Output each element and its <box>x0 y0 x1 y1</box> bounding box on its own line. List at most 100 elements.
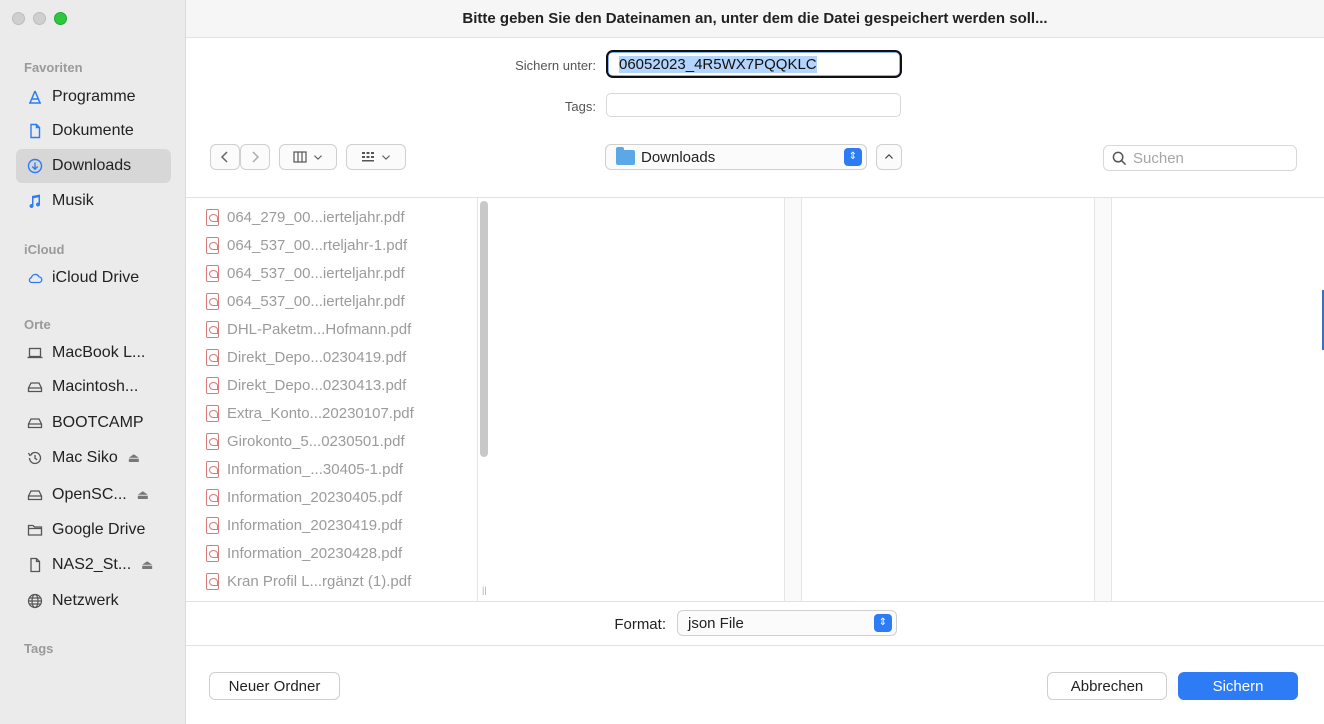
sidebar-item-programme[interactable]: Programme <box>16 80 171 114</box>
list-item[interactable]: Information_20230405.pdf <box>206 483 476 511</box>
new-folder-button[interactable]: Neuer Ordner <box>209 672 340 700</box>
sidebar-item-label: Downloads <box>52 157 132 174</box>
sidebar-item-musik[interactable]: Musik <box>16 184 171 218</box>
document-icon <box>26 556 44 574</box>
format-select[interactable]: json File ⇕ <box>677 610 897 636</box>
list-item[interactable]: Information_20230428.pdf <box>206 539 476 567</box>
sidebar-item-icloud-drive[interactable]: iCloud Drive <box>16 261 171 295</box>
sidebar-item-opensc[interactable]: OpenSC... ⏏ <box>16 478 171 512</box>
document-icon <box>26 122 44 140</box>
list-item[interactable]: 064_537_00...rteljahr-1.pdf <box>206 231 476 259</box>
sidebar-item-nas2[interactable]: NAS2_St... ⏏ <box>16 548 171 582</box>
sidebar-item-label: Google Drive <box>52 521 146 538</box>
apps-icon <box>26 88 44 106</box>
list-item[interactable]: 064_279_00...ierteljahr.pdf <box>206 203 476 231</box>
sidebar-item-macbook[interactable]: MacBook L... <box>16 336 171 370</box>
tags-label: Tags: <box>564 99 596 114</box>
forward-button[interactable] <box>240 144 270 170</box>
sidebar-item-macintosh[interactable]: Macintosh... <box>16 370 171 404</box>
eject-icon[interactable]: ⏏ <box>141 557 153 573</box>
sidebar-item-label: Mac Siko <box>52 449 118 466</box>
pdf-icon <box>206 572 219 590</box>
select-stepper-icon: ⇕ <box>874 614 892 632</box>
sidebar-section-favorites: Favoriten <box>24 60 83 75</box>
format-value: json File <box>688 614 744 632</box>
drive-icon <box>26 414 44 432</box>
download-icon <box>26 157 44 175</box>
expand-collapse-button[interactable] <box>876 144 902 170</box>
sidebar-item-label: NAS2_St... <box>52 556 132 573</box>
sidebar-item-google-drive[interactable]: Google Drive <box>16 513 171 547</box>
save-button[interactable]: Sichern <box>1178 672 1298 700</box>
location-label: Downloads <box>641 148 716 166</box>
sidebar-item-downloads[interactable]: Downloads <box>16 149 171 183</box>
zoom-button[interactable] <box>54 12 67 25</box>
downloads-folder-icon <box>616 146 635 165</box>
pdf-icon <box>206 348 219 366</box>
sidebar: Favoriten Programme Dokumente Downloads … <box>0 0 186 724</box>
minimize-button[interactable] <box>33 12 46 25</box>
sidebar-item-netzwerk[interactable]: Netzwerk <box>16 584 171 618</box>
pdf-icon <box>206 544 219 562</box>
pdf-icon <box>206 208 219 226</box>
sidebar-item-label: Dokumente <box>52 122 134 139</box>
search-field[interactable] <box>1103 145 1297 171</box>
eject-icon[interactable]: ⏏ <box>128 450 140 466</box>
pdf-icon <box>206 516 219 534</box>
save-dialog: Favoriten Programme Dokumente Downloads … <box>0 0 1324 724</box>
back-button[interactable] <box>210 144 240 170</box>
column-divider[interactable] <box>1094 198 1112 601</box>
close-button[interactable] <box>12 12 25 25</box>
file-list: 064_279_00...ierteljahr.pdf 064_537_00..… <box>206 203 476 598</box>
grid-icon <box>362 152 374 162</box>
drive-icon <box>26 486 44 504</box>
column-resize-grip-icon[interactable]: || <box>482 585 487 595</box>
pdf-icon <box>206 488 219 506</box>
cloud-icon <box>26 269 44 287</box>
list-item[interactable]: Girokonto_5...0230501.pdf <box>206 427 476 455</box>
list-item[interactable]: Information_...30405-1.pdf <box>206 455 476 483</box>
group-button[interactable] <box>346 144 406 170</box>
save-as-label: Sichern unter: <box>515 58 596 73</box>
sidebar-item-label: OpenSC... <box>52 486 127 503</box>
list-item[interactable]: Kran Profil L...rgänzt (1).pdf <box>206 567 476 595</box>
view-mode-button[interactable] <box>279 144 337 170</box>
laptop-icon <box>26 344 44 362</box>
column-divider[interactable] <box>784 198 802 601</box>
format-label: Format: <box>614 616 666 633</box>
search-input[interactable] <box>1133 149 1283 167</box>
chevron-left-icon <box>220 151 228 163</box>
cancel-button[interactable]: Abbrechen <box>1047 672 1167 700</box>
sidebar-item-label: MacBook L... <box>52 344 146 361</box>
sidebar-item-label: Netzwerk <box>52 592 119 609</box>
columns-icon <box>293 151 307 163</box>
sidebar-item-dokumente[interactable]: Dokumente <box>16 114 171 148</box>
pdf-icon <box>206 404 219 422</box>
save-as-input[interactable] <box>605 49 903 79</box>
list-item[interactable]: Direkt_Depo...0230413.pdf <box>206 371 476 399</box>
pdf-icon <box>206 320 219 338</box>
location-select[interactable]: Downloads ⇕ <box>605 144 867 170</box>
chevron-down-icon <box>382 155 390 160</box>
list-item[interactable]: DHL-Paketm...Hofmann.pdf <box>206 315 476 343</box>
sidebar-section-orte: Orte <box>24 317 51 332</box>
list-item[interactable]: 064_537_00...ierteljahr.pdf <box>206 287 476 315</box>
pdf-icon <box>206 236 219 254</box>
eject-icon[interactable]: ⏏ <box>137 487 149 503</box>
sidebar-item-label: Programme <box>52 88 136 105</box>
sidebar-item-bootcamp[interactable]: BOOTCAMP <box>16 406 171 440</box>
sidebar-item-label: iCloud Drive <box>52 269 140 286</box>
list-item[interactable]: 064_537_00...ierteljahr.pdf <box>206 259 476 287</box>
sidebar-item-label: Macintosh... <box>52 378 139 395</box>
list-item[interactable]: Extra_Konto...20230107.pdf <box>206 399 476 427</box>
file-list-scrollbar[interactable] <box>480 201 488 457</box>
tags-input[interactable] <box>606 93 901 117</box>
chevron-down-icon <box>314 155 322 160</box>
list-item[interactable]: Information_20230419.pdf <box>206 511 476 539</box>
sidebar-item-mac-siko[interactable]: Mac Siko ⏏ <box>16 441 171 475</box>
list-item[interactable]: Direkt_Depo...0230419.pdf <box>206 343 476 371</box>
sidebar-item-label: Musik <box>52 192 94 209</box>
chevron-right-icon <box>252 151 260 163</box>
window-controls <box>12 12 67 25</box>
drive-icon <box>26 378 44 396</box>
